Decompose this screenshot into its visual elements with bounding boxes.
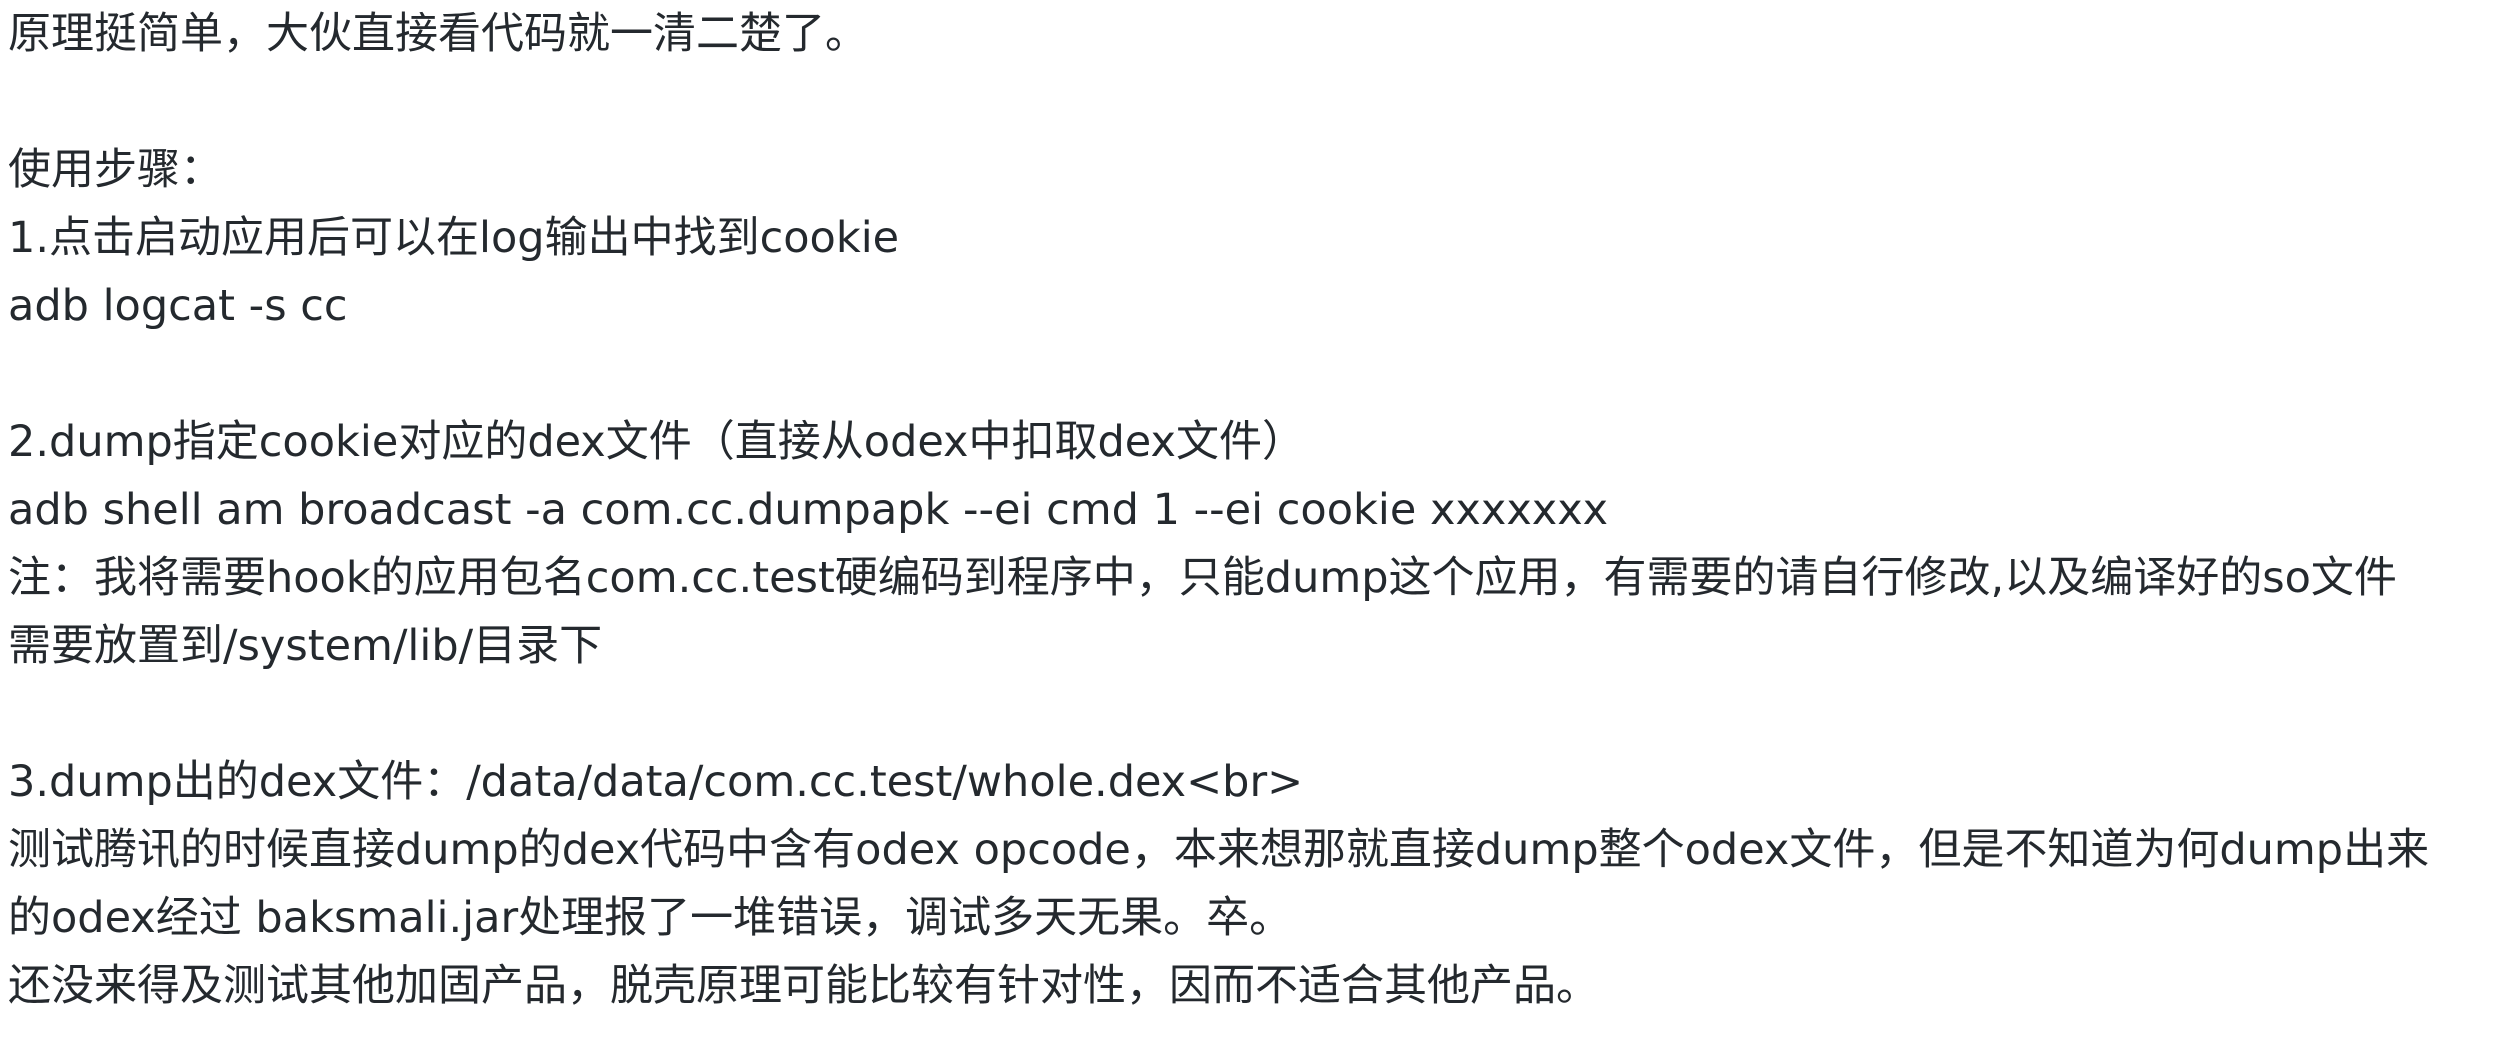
step-2-note-line-1: 注：我将需要hook的应用包名com.cc.test硬编码到程序中，只能dump… bbox=[8, 553, 2397, 603]
step-2-command: adb shell am broadcast -a com.cc.dumpapk… bbox=[8, 485, 1609, 535]
step-2-text: 2.dump指定cookie对应的dex文件（直接从odex中扣取dex文件） bbox=[8, 417, 1305, 467]
test-remark-line-1: 测试腾讯的时候直接dump的dex代码中含有odex opcode，本来想那就直… bbox=[8, 825, 2430, 875]
intro-paragraph: 原理挺简单，大伙直接看代码就一清二楚了。 bbox=[8, 9, 868, 59]
closing-remark: 还没来得及测试其他加固产品，脱壳原理可能比较有针对性，因而不适合其他产品。 bbox=[8, 961, 1599, 1011]
step-3-text: 3.dump出的dex文件：/data/data/com.cc.test/who… bbox=[8, 757, 1304, 807]
step-1-text: 1.点击启动应用后可以在log输出中找到cookie bbox=[8, 213, 900, 263]
step-2-note-line-2: 需要放置到/system/lib/目录下 bbox=[8, 621, 603, 671]
test-remark-line-2: 的odex经过 baksmali.jar处理报了一堆错误，调试多天无果。卒。 bbox=[8, 893, 1293, 943]
document-body: 原理挺简单，大伙直接看代码就一清二楚了。 使用步骤： 1.点击启动应用后可以在l… bbox=[0, 0, 2514, 1038]
step-1-command: adb logcat -s cc bbox=[8, 281, 348, 331]
usage-steps-heading: 使用步骤： bbox=[8, 145, 223, 195]
